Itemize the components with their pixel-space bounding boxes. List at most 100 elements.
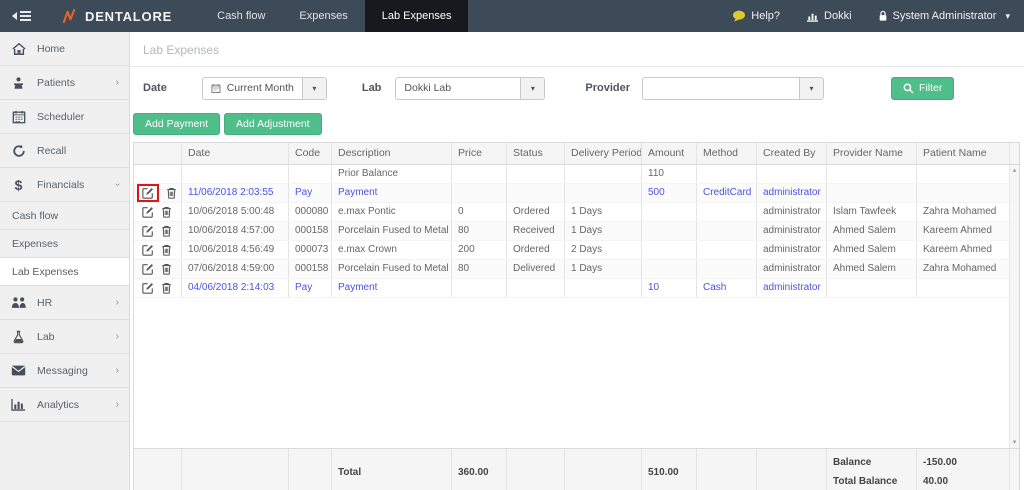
column-header-amount[interactable]: Amount: [641, 143, 696, 164]
user-menu[interactable]: System Administrator ▾: [878, 10, 1010, 22]
cell-created-by: administrator: [756, 222, 826, 240]
sidebar-item-expenses[interactable]: Expenses: [0, 230, 129, 258]
brand: DENTALORE: [61, 8, 172, 25]
refresh-icon: [10, 144, 27, 158]
sidebar-item-scheduler[interactable]: Scheduler: [0, 100, 129, 134]
cell-description: e.max Pontic: [331, 203, 451, 221]
cell-provider: [826, 279, 916, 297]
lab-filter-dropdown[interactable]: Dokki Lab ▾: [395, 77, 545, 100]
column-header-delivery-period[interactable]: Delivery Period: [564, 143, 641, 164]
column-header-code[interactable]: Code: [288, 143, 331, 164]
edit-icon[interactable]: [142, 263, 154, 275]
user-group-icon: [10, 296, 27, 309]
column-header-status[interactable]: Status: [506, 143, 564, 164]
edit-icon[interactable]: [142, 282, 154, 294]
sidebar-item-hr[interactable]: HR ›: [0, 286, 129, 320]
total-balance-label: Total Balance: [833, 476, 910, 487]
column-header-created-by[interactable]: Created By: [756, 143, 826, 164]
column-header-date[interactable]: Date: [181, 143, 288, 164]
column-header-method[interactable]: Method: [696, 143, 756, 164]
tab-lab-expenses[interactable]: Lab Expenses: [365, 0, 469, 32]
sidebar-item-lab-expenses[interactable]: Lab Expenses: [0, 258, 129, 286]
date-filter-dropdown[interactable]: Current Month ▾: [202, 77, 327, 100]
cell-date: [181, 165, 288, 183]
sidebar-item-recall[interactable]: Recall: [0, 134, 129, 168]
cell-patient: Kareem Ahmed: [916, 241, 1009, 259]
total-price: 360.00: [458, 467, 500, 478]
cell-delivery: 2 Days: [564, 241, 641, 259]
collapse-sidebar-icon[interactable]: [12, 11, 31, 21]
cell-delivery: [564, 279, 641, 297]
cell-provider: Ahmed Salem: [826, 222, 916, 240]
sidebar-item-messaging[interactable]: Messaging ›: [0, 354, 129, 388]
delete-icon[interactable]: [161, 206, 172, 218]
combo-arrow-icon[interactable]: ▾: [302, 78, 326, 99]
provider-filter-dropdown[interactable]: ▾: [642, 77, 824, 100]
patients-icon: [10, 76, 27, 90]
cell-status: Ordered: [506, 241, 564, 259]
lab-filter-value: Dokki Lab: [404, 82, 451, 94]
cell-method: [696, 203, 756, 221]
column-header-patient-name[interactable]: Patient Name: [916, 143, 1009, 164]
cell-created-by: [756, 165, 826, 183]
cell-created-by: administrator: [756, 260, 826, 278]
sidebar-item-lab[interactable]: Lab ›: [0, 320, 129, 354]
cell-method: CreditCard: [696, 184, 756, 202]
delete-icon[interactable]: [161, 225, 172, 237]
table-row: 10/06/2018 4:56:49 000073 e.max Crown 20…: [134, 241, 1019, 260]
column-header-provider-name[interactable]: Provider Name: [826, 143, 916, 164]
sidebar-item-financials[interactable]: $ Financials ›: [0, 168, 129, 202]
filter-button[interactable]: Filter: [891, 77, 954, 100]
cell-status: Received: [506, 222, 564, 240]
cell-provider: Ahmed Salem: [826, 260, 916, 278]
column-header-description[interactable]: Description: [331, 143, 451, 164]
cell-description: Payment: [331, 279, 451, 297]
sidebar-item-home[interactable]: Home: [0, 32, 129, 66]
edit-icon[interactable]: [142, 206, 154, 218]
tab-expenses[interactable]: Expenses: [282, 0, 364, 32]
sidebar-item-patients[interactable]: Patients ›: [0, 66, 129, 100]
main-content: Lab Expenses Date Current Month ▾ Lab Do…: [130, 32, 1024, 490]
combo-arrow-icon[interactable]: ▾: [799, 78, 823, 99]
sidebar-item-analytics[interactable]: Analytics ›: [0, 388, 129, 422]
sidebar-label: Home: [37, 43, 65, 55]
vertical-scrollbar[interactable]: ▴ ▾: [1009, 165, 1019, 448]
bar-chart-icon: [10, 398, 27, 411]
cell-date: 07/06/2018 4:59:00: [181, 260, 288, 278]
cell-created-by: administrator: [756, 184, 826, 202]
delete-icon[interactable]: [161, 244, 172, 256]
chevron-right-icon: ›: [116, 365, 119, 376]
help-label: Help?: [751, 10, 780, 22]
cell-code: Pay: [288, 279, 331, 297]
cell-patient: Kareem Ahmed: [916, 222, 1009, 240]
cell-amount: [641, 241, 696, 259]
cell-delivery: [564, 184, 641, 202]
cell-price: 80: [451, 222, 506, 240]
cell-status: [506, 279, 564, 297]
cell-amount: 500: [641, 184, 696, 202]
edit-icon[interactable]: [142, 244, 154, 256]
sidebar-label: Patients: [37, 77, 75, 89]
cell-status: Ordered: [506, 203, 564, 221]
delete-icon[interactable]: [161, 282, 172, 294]
chevron-down-icon: ›: [112, 183, 123, 186]
column-header-price[interactable]: Price: [451, 143, 506, 164]
scroll-up-icon[interactable]: ▴: [1013, 167, 1017, 174]
edit-icon[interactable]: [142, 225, 154, 237]
cell-description: Payment: [331, 184, 451, 202]
cell-delivery: [564, 165, 641, 183]
edit-icon[interactable]: [142, 187, 154, 199]
chevron-right-icon: ›: [116, 331, 119, 342]
sidebar-item-cash-flow[interactable]: Cash flow: [0, 202, 129, 230]
add-adjustment-button[interactable]: Add Adjustment: [224, 113, 322, 135]
help-menu[interactable]: Help?: [732, 10, 780, 22]
sidebar-label: Lab: [37, 331, 55, 343]
scroll-down-icon[interactable]: ▾: [1013, 439, 1017, 446]
help-bubble-icon: [732, 10, 746, 22]
delete-icon[interactable]: [161, 263, 172, 275]
add-payment-button[interactable]: Add Payment: [133, 113, 220, 135]
location-menu[interactable]: Dokki: [806, 10, 852, 22]
delete-icon[interactable]: [166, 187, 177, 199]
combo-arrow-icon[interactable]: ▾: [520, 78, 544, 99]
tab-cash-flow[interactable]: Cash flow: [200, 0, 282, 32]
